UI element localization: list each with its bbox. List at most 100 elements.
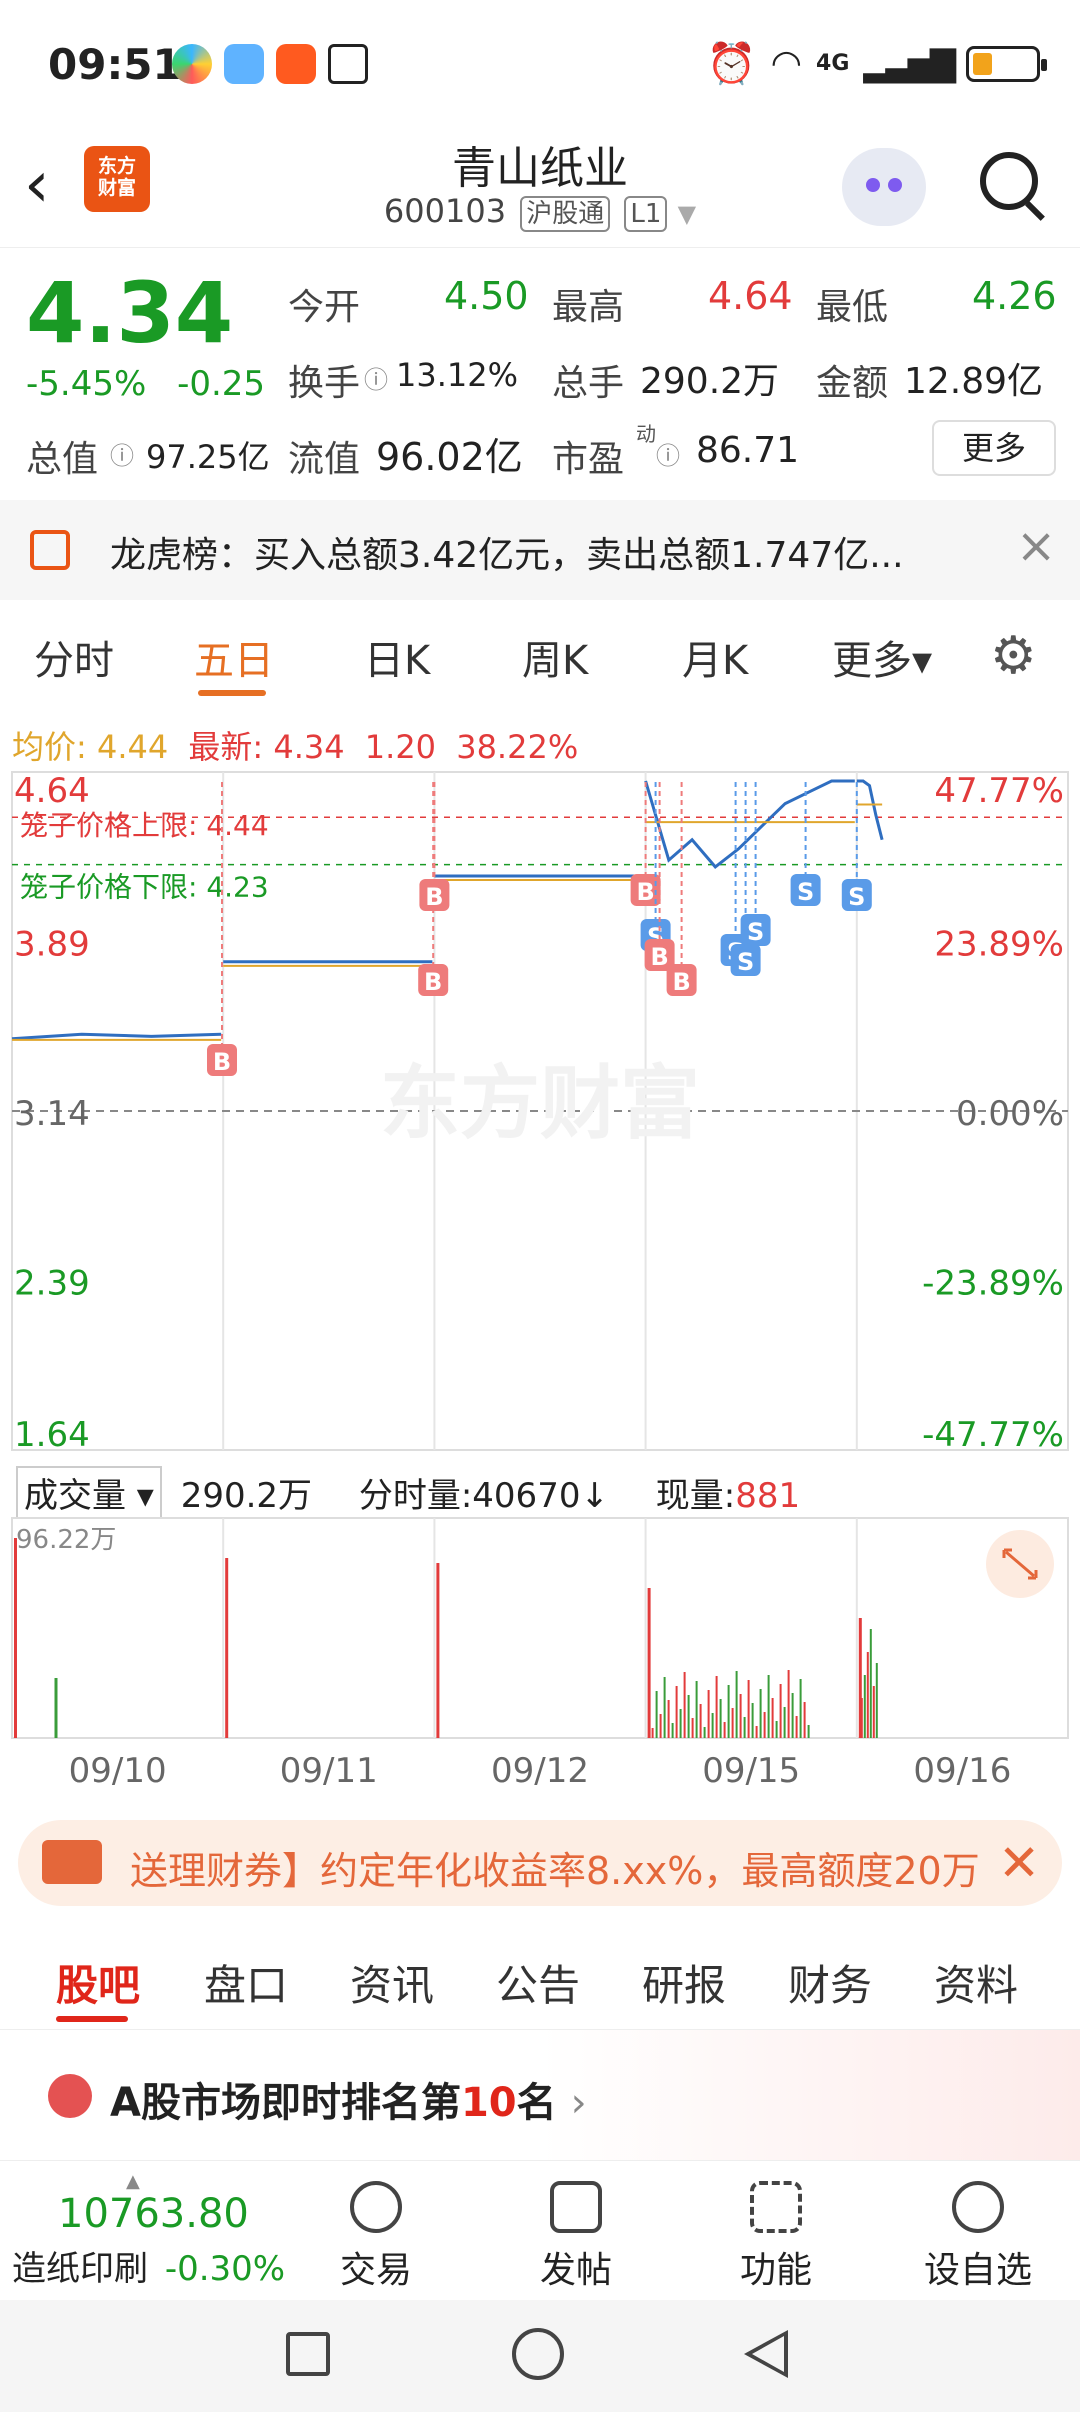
float-label: 流值 <box>288 439 361 480</box>
signal-bars-icon: ▂▃▅▇ <box>863 43 956 84</box>
edit-icon <box>550 2181 602 2233</box>
volume-bar <box>755 1726 758 1738</box>
tab-finance[interactable]: 财务 <box>788 1952 872 2013</box>
y-tick-left: 3.89 <box>14 925 90 965</box>
tab-monthly-k[interactable]: 月K <box>682 628 748 686</box>
volume-bar <box>651 1728 654 1738</box>
functions-button[interactable]: 功能 <box>716 2181 836 2293</box>
recent-apps-icon[interactable] <box>286 2332 330 2376</box>
change-value: -0.25 <box>177 364 266 404</box>
signal-label: S <box>797 878 814 906</box>
chevron-right-icon: › <box>570 2080 587 2126</box>
market-rank-banner[interactable]: A股市场即时排名第10名 › <box>0 2030 1080 2160</box>
tab-research[interactable]: 研报 <box>642 1952 726 2013</box>
active-section-indicator <box>56 2016 128 2022</box>
yuan-icon <box>350 2181 402 2233</box>
home-icon[interactable] <box>512 2328 564 2380</box>
close-icon[interactable]: × <box>1016 518 1056 574</box>
active-tab-indicator <box>198 690 266 696</box>
info-icon[interactable]: ⓘ <box>364 360 388 395</box>
tab-announcements[interactable]: 公告 <box>496 1952 580 2013</box>
volume-info-line: 成交量 ▾ 290.2万 分时量:40670↓ 现量:881 <box>16 1466 800 1519</box>
volume-dropdown[interactable]: 成交量 ▾ <box>16 1466 162 1519</box>
status-indicators: ⏰ ◠ 4G ▂▃▅▇ <box>707 40 1047 87</box>
chevron-up-icon[interactable]: ▲ <box>126 2171 140 2192</box>
volume-bar <box>872 1686 875 1738</box>
mcap-label: 总值 <box>26 439 99 480</box>
volume-bar <box>739 1694 742 1738</box>
dragon-tiger-notice[interactable]: 龙虎榜：买入总额3.42亿元，卖出总额1.747亿... × <box>0 500 1080 600</box>
volume-value: 290.2万 <box>640 361 780 402</box>
trade-button[interactable]: 交易 <box>316 2181 436 2293</box>
y-tick-left: 2.39 <box>14 1264 90 1304</box>
index-info[interactable]: 造纸印刷 -0.30% <box>12 2241 285 2290</box>
price-change: -5.45% -0.25 <box>26 364 265 404</box>
volume-bar <box>747 1680 750 1738</box>
price-line <box>11 1032 222 1041</box>
app-icon <box>172 44 212 84</box>
pe-value: 86.71 <box>696 430 800 471</box>
volume-total: 290.2万 <box>180 1476 313 1516</box>
robot-assistant-icon[interactable] <box>842 148 926 226</box>
stock-code: 600103 <box>383 192 507 230</box>
y-tick-right: -23.89% <box>922 1264 1064 1304</box>
signal-label: B <box>636 878 654 906</box>
close-icon[interactable]: ✕ <box>998 1834 1040 1892</box>
volume-bar <box>727 1685 730 1738</box>
volume-bar <box>225 1558 229 1738</box>
speaker-icon <box>30 530 70 570</box>
tab-five-day[interactable]: 五日 <box>194 628 274 686</box>
info-icon[interactable]: ⓘ <box>110 436 134 471</box>
more-button[interactable]: 更多 <box>932 420 1056 476</box>
tab-weekly-k[interactable]: 周K <box>522 628 588 686</box>
hk-connect-tag: 沪股通 <box>520 196 611 232</box>
status-bar: 09:51 ⏰ ◠ 4G ▂▃▅▇ <box>0 0 1080 130</box>
tab-intraday[interactable]: 分时 <box>34 628 114 686</box>
status-time: 09:51 <box>48 40 182 89</box>
volume-bar <box>659 1714 662 1738</box>
add-watchlist-button[interactable]: 设自选 <box>918 2181 1038 2293</box>
search-icon[interactable] <box>980 152 1038 210</box>
y-tick-right: -47.77% <box>922 1415 1064 1455</box>
volume-bar <box>863 1675 866 1738</box>
cage-lower-label: 笼子价格下限: 4.23 <box>20 871 269 904</box>
mcap-value: 97.25亿 <box>146 438 270 476</box>
price-chart[interactable]: 东方财富 笼子价格上限: 4.44 笼子价格下限: 4.23 4.64 47.77% 3.… <box>0 760 1080 1460</box>
volume-bar <box>699 1704 702 1738</box>
volume-bar <box>679 1709 682 1738</box>
tab-forum[interactable]: 股吧 <box>56 1952 140 2013</box>
volume-bar <box>711 1713 714 1738</box>
open-value: 4.50 <box>444 274 529 318</box>
info-icon[interactable]: ⓘ <box>656 436 680 471</box>
index-value[interactable]: 10763.80 <box>58 2191 249 2237</box>
volume-bar <box>663 1677 666 1738</box>
volume-frame <box>11 1517 1069 1739</box>
gear-icon[interactable]: ⚙ <box>990 626 1037 686</box>
volume-bar <box>675 1686 678 1738</box>
pe-superscript: 动 <box>636 422 656 446</box>
signal-label: S <box>747 918 764 946</box>
tick-volume: 分时量:40670↓ <box>358 1476 609 1516</box>
tab-daily-k[interactable]: 日K <box>364 628 430 686</box>
float-value: 96.02亿 <box>376 435 523 479</box>
more-dots-icon <box>952 2181 1004 2233</box>
promo-banner[interactable]: 送理财券】约定年化收益率8.xx%，最高额度20万 ✕ <box>18 1820 1062 1906</box>
low-value: 4.26 <box>972 274 1057 318</box>
tab-profile[interactable]: 资料 <box>934 1952 1018 2013</box>
tab-more[interactable]: 更多▾ <box>832 628 932 686</box>
system-nav-bar <box>0 2300 1080 2412</box>
grid-icon <box>750 2181 802 2233</box>
cage-upper-label: 笼子价格上限: 4.44 <box>20 809 269 842</box>
x-tick-label: 09/16 <box>913 1751 1011 1791</box>
volume-chart[interactable]: 96.22万 09/10 09/11 09/12 09/15 09/16 <box>0 1516 1080 1806</box>
signal-label: 4G <box>816 51 850 76</box>
volume-bar <box>803 1702 806 1738</box>
stock-header: ‹ 东方 财富 青山纸业 600103 沪股通 L1 ▼ <box>0 130 1080 248</box>
tab-news[interactable]: 资讯 <box>350 1952 434 2013</box>
y-tick-right: 0.00% <box>956 1094 1064 1134</box>
post-button[interactable]: 发帖 <box>516 2181 636 2293</box>
volume-bar <box>869 1629 872 1738</box>
low-label: 最低 <box>816 287 889 328</box>
quote-panel: 4.34 -5.45% -0.25 今开 4.50 最高 4.64 最低 4.2… <box>0 250 1080 496</box>
tab-orderbook[interactable]: 盘口 <box>204 1952 288 2013</box>
